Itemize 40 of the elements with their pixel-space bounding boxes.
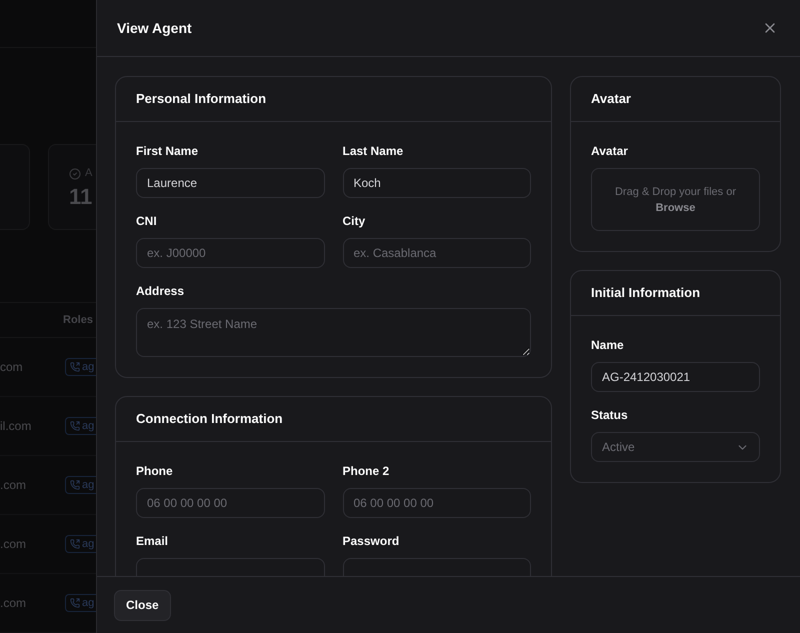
field-label: Address — [136, 283, 184, 300]
phone-icon — [70, 539, 80, 549]
check-circle-icon — [69, 168, 81, 180]
input-field[interactable]: ex. J00000 — [136, 238, 324, 268]
field-label: City — [342, 213, 366, 230]
section-title: Personal Information — [136, 90, 266, 108]
file-dropzone[interactable]: Drag & Drop your files or Browse — [591, 168, 760, 231]
field-label: Phone — [136, 463, 173, 480]
field-label: Last Name — [342, 143, 404, 160]
input-field[interactable]: 06 00 00 00 00 — [342, 488, 531, 518]
field-label: Status — [591, 407, 628, 424]
field-label: Avatar — [591, 143, 628, 160]
input-field[interactable]: AG-2412030021 — [591, 362, 760, 392]
field-label: Email — [136, 533, 168, 550]
address-field[interactable]: ex. 123 Street Name — [136, 308, 531, 357]
table-cell-text: .com — [0, 536, 26, 553]
close-button[interactable]: Close — [114, 590, 171, 620]
input-field[interactable]: ex. Casablanca — [342, 238, 531, 268]
phone-icon — [70, 598, 80, 608]
field-label: First Name — [136, 143, 198, 160]
table-cell-text: .com — [0, 477, 26, 494]
stat-value: 11 — [69, 186, 94, 208]
section-title: Connection Information — [136, 410, 283, 428]
input-field[interactable]: Koch — [342, 168, 531, 198]
table-cell-text: .com — [0, 595, 26, 612]
column-header: Roles — [63, 312, 93, 328]
section-title: Avatar — [591, 90, 631, 108]
field-label: Name — [591, 337, 624, 354]
field-label: Phone 2 — [342, 463, 390, 480]
input-field[interactable]: 06 00 00 00 00 — [136, 488, 324, 518]
phone-icon — [70, 480, 80, 490]
input-field[interactable]: Laurence — [136, 168, 324, 198]
drawer-title: View Agent — [117, 18, 192, 38]
phone-icon — [70, 421, 80, 431]
phone-icon — [70, 362, 80, 372]
table-cell-text: com — [0, 359, 23, 376]
field-label: CNI — [136, 213, 157, 230]
table-cell-text: il.com — [0, 418, 32, 435]
field-label: Password — [342, 533, 400, 550]
section-title: Initial Information — [591, 284, 700, 302]
